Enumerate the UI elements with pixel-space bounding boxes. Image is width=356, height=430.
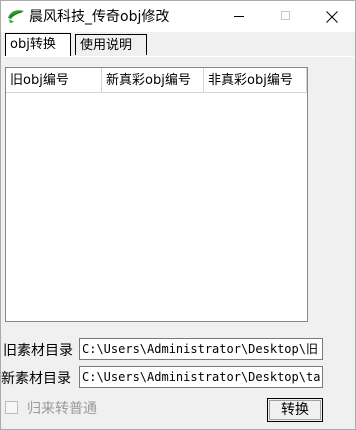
maximize-icon bbox=[281, 11, 290, 20]
maximize-button[interactable] bbox=[263, 1, 309, 32]
close-icon bbox=[326, 11, 338, 23]
old-dir-input[interactable]: C:\Users\Administrator\Desktop\旧 bbox=[79, 338, 323, 360]
minimize-button[interactable] bbox=[217, 1, 263, 32]
tab-obj-convert[interactable]: obj转换 bbox=[5, 33, 71, 56]
close-button[interactable] bbox=[309, 1, 355, 32]
tab-panel-obj-convert: 旧obj编号 新真彩obj编号 非真彩obj编号 旧素材目录 C:\Users\… bbox=[1, 56, 354, 427]
window-title: 晨风科技_传奇obj修改 bbox=[29, 9, 170, 25]
new-dir-label: 新素材目录 bbox=[1, 371, 71, 387]
to-normal-checkbox[interactable] bbox=[5, 401, 18, 414]
old-dir-label: 旧素材目录 bbox=[3, 343, 73, 359]
app-icon bbox=[7, 8, 25, 24]
to-normal-label: 归来转普通 bbox=[27, 401, 97, 417]
obj-list[interactable]: 旧obj编号 新真彩obj编号 非真彩obj编号 bbox=[5, 67, 308, 322]
convert-button-label: 转换 bbox=[281, 402, 309, 418]
minimize-icon bbox=[234, 16, 244, 17]
column-header-old-obj[interactable]: 旧obj编号 bbox=[6, 68, 102, 93]
new-dir-row: 新素材目录 C:\Users\Administrator\Desktop\ta bbox=[1, 366, 354, 388]
old-dir-row: 旧素材目录 C:\Users\Administrator\Desktop\旧 bbox=[3, 338, 354, 360]
tab-label: 使用说明 bbox=[80, 38, 133, 53]
tab-instructions[interactable]: 使用说明 bbox=[75, 34, 147, 55]
app-window: 晨风科技_传奇obj修改 obj转换 使用说明 旧obj编号 新真彩obj编号 … bbox=[0, 0, 356, 430]
column-header-new-truecolor-obj[interactable]: 新真彩obj编号 bbox=[102, 68, 204, 93]
title-bar[interactable]: 晨风科技_传奇obj修改 bbox=[1, 1, 355, 32]
convert-button[interactable]: 转换 bbox=[267, 398, 323, 422]
list-header: 旧obj编号 新真彩obj编号 非真彩obj编号 bbox=[6, 68, 307, 93]
tab-label: obj转换 bbox=[10, 37, 56, 52]
new-dir-input[interactable]: C:\Users\Administrator\Desktop\ta bbox=[79, 366, 323, 388]
column-header-non-truecolor-obj[interactable]: 非真彩obj编号 bbox=[204, 68, 307, 93]
